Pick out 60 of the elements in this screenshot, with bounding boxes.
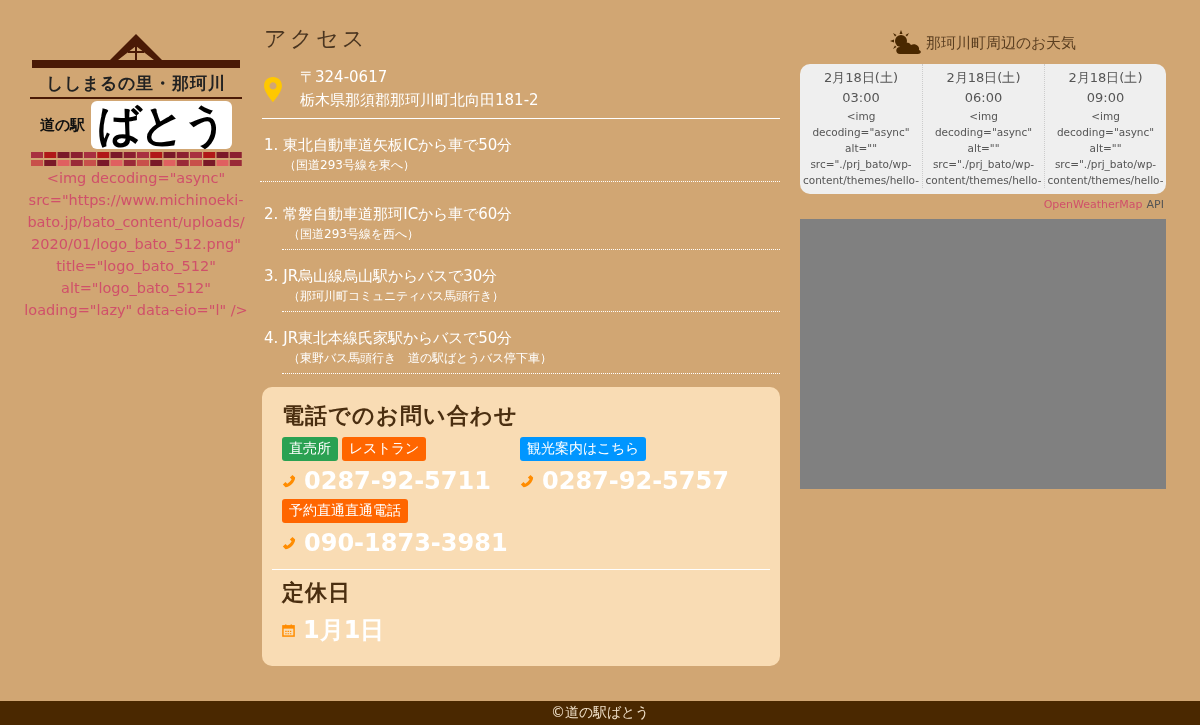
broken-image-text: <img [846,109,876,124]
route-text: 常磐自動車道那珂ICから車で60分 [283,205,513,224]
route-number: 3. [264,267,279,286]
route-note: （東野バス馬頭行き 道の駅ばとうバス停下車） [287,350,553,367]
forecast-time: 03:00 [842,89,880,107]
broken-image-text: alt="" [845,141,877,156]
route-note: （国道293号線を西へ） [287,226,420,243]
broken-image-text: alt="" [1089,141,1122,156]
address: 栃木県那須郡那珂川町北向田181-2 [300,90,540,111]
forecast-time: 06:00 [964,89,1003,107]
logo-tagline: ししまるの里・那珂川 [30,70,242,99]
route-note: （国道293号線を東へ） [260,157,780,182]
card-title: 電話でのお問い合わせ [282,402,519,430]
broken-image-text: src="./prj_bato/wp- [1054,157,1157,172]
route-note: （那珂川町コミュニティバス馬頭行き） [287,288,505,305]
forecast-date: 2月18日(土) [824,69,898,87]
phone-icon [520,474,534,488]
broken-image-text: decoding="async" [934,125,1033,140]
broken-image-text: content/themes/hello- [1047,173,1164,188]
broken-image-text: <img [969,109,998,124]
calendar-icon [282,623,295,637]
broken-image-text: <img decoding="async" src="https://www.michinoeki-bato.jp/bato_content/uploads/2020/01/logo_bato_512.png" title="logo_bato_512" alt="logo_bato_512" loading="lazy" data-eio="l" /> [23,169,249,321]
broken-image-text: src="./prj_bato/wp- [932,157,1035,172]
broken-image-text: decoding="async" [812,125,910,140]
route-number: 2. [264,205,279,224]
phone-icon [282,474,296,488]
broken-image-text: content/themes/hello- [803,173,919,188]
holiday-date: 1月1日 [303,615,385,646]
category-tag: レストラン [342,437,426,461]
route-number: 1. [264,136,279,155]
logo-prefix: 道の駅 [40,115,85,135]
broken-image-text: <img [1091,109,1120,124]
route-text: JR東北本線氏家駅からバスで50分 [283,329,513,348]
phone-number[interactable]: 0287-92-5711 [304,467,491,495]
forecast-time: 09:00 [1086,89,1125,107]
broken-image-text: src="./prj_bato/wp- [810,157,912,172]
copyright: ©道の駅ばとう [551,704,649,722]
broken-image-text: alt="" [967,141,1000,156]
location-pin-icon [264,76,282,102]
broken-image-text: content/themes/hello- [925,173,1042,188]
weather-title: 那珂川町周辺のお天気 [926,33,1076,53]
phone-number[interactable]: 090-1873-3981 [304,529,508,557]
credit-link[interactable]: OpenWeatherMap [1043,198,1143,211]
forecast-date: 2月18日(土) [1068,69,1143,87]
logo-name: ばとう [91,101,232,150]
category-tag: 観光案内はこちら [520,437,646,461]
category-tag: 予約直通直通電話 [282,499,408,523]
route-number: 4. [264,329,279,348]
category-tag: 直売所 [282,437,338,461]
phone-number[interactable]: 0287-92-5757 [542,467,729,495]
route-text: 東北自動車道矢板ICから車で50分 [283,136,513,155]
broken-image-text: decoding="async" [1056,125,1155,140]
phone-icon [282,536,296,550]
forecast-date: 2月18日(土) [946,69,1021,87]
postal-code: 〒324-0617 [300,67,389,88]
section-title: アクセス [264,25,369,53]
credit-text: API [1146,198,1164,211]
route-text: JR烏山線烏山駅からバスで30分 [283,267,498,286]
sun-cloud-icon [890,30,922,56]
card-title: 定休日 [282,579,352,607]
